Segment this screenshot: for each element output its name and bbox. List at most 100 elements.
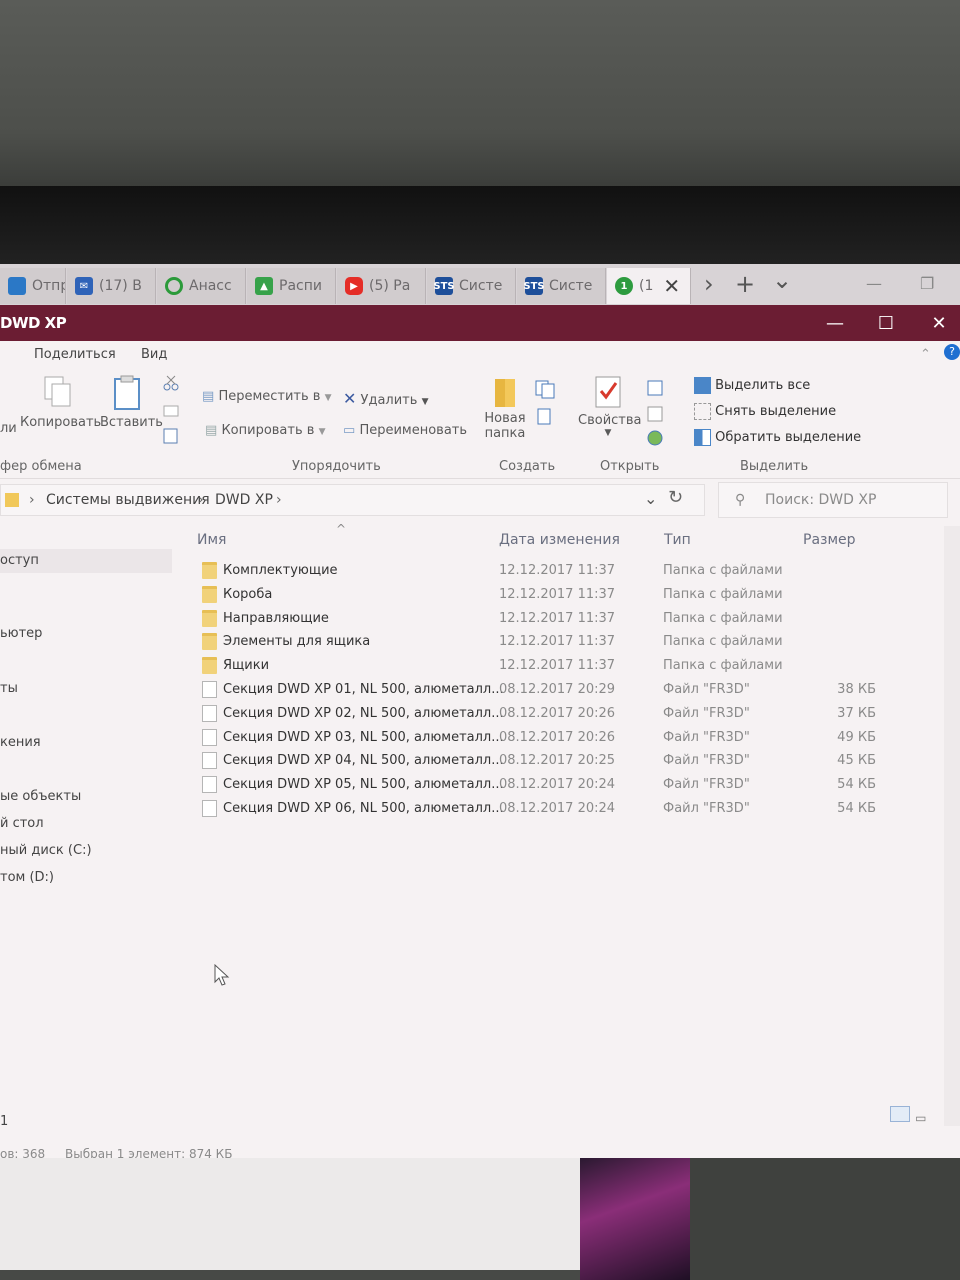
file-type: Папка с файлами: [663, 634, 783, 650]
chevron-down-icon[interactable]: ⌄: [644, 489, 657, 508]
tab-label: (1: [639, 278, 654, 294]
nav-item[interactable]: 1: [0, 1114, 8, 1129]
tab-view[interactable]: Вид: [141, 347, 167, 362]
tab-list-icon[interactable]: ⌄: [772, 266, 792, 294]
nav-item[interactable]: том (D:): [0, 870, 54, 885]
file-row[interactable]: Секция DWD XP 04, NL 500, алюметалл... 08…: [196, 750, 896, 773]
select-none-button[interactable]: Снять выделение: [694, 403, 836, 420]
vertical-scrollbar[interactable]: [944, 526, 960, 1126]
new-folder-button[interactable]: Новая папка: [480, 375, 530, 441]
file-row[interactable]: Секция DWD XP 01, NL 500, алюметалл... 08…: [196, 679, 896, 702]
new-tab-icon[interactable]: +: [735, 270, 755, 298]
folder-row[interactable]: Ящики 12.12.2017 11:37 Папка с файлами: [196, 655, 896, 678]
nav-item[interactable]: ьютер: [0, 626, 42, 641]
folder-row[interactable]: Направляющие 12.12.2017 11:37 Папка с файл…: [196, 608, 896, 631]
delete-button[interactable]: ✕ Удалить ▼: [343, 389, 428, 408]
chevron-down-icon: ▼: [324, 393, 332, 403]
invert-selection-button[interactable]: Обратить выделение: [694, 429, 861, 446]
large-icons-view-icon[interactable]: ▭: [915, 1111, 935, 1127]
file-name: Секция DWD XP 06, NL 500, алюметалл...: [223, 801, 504, 816]
details-view-icon[interactable]: [890, 1106, 910, 1122]
paste-shortcut-icon[interactable]: [162, 427, 180, 445]
nav-item[interactable]: й стол: [0, 816, 44, 831]
file-row[interactable]: Секция DWD XP 05, NL 500, алюметалл... 08…: [196, 774, 896, 797]
copy-path-icon[interactable]: [162, 405, 180, 417]
properties-button[interactable]: Свойства ▼: [578, 375, 642, 438]
below-screen-dark: [690, 1158, 960, 1280]
browser-tab[interactable]: STS Систе: [517, 268, 606, 304]
browser-tab[interactable]: STS Систе: [427, 268, 516, 304]
breadcrumb-item[interactable]: Системы выдвижения: [46, 492, 210, 508]
folder-row[interactable]: Комплектующие 12.12.2017 11:37 Папка с фай…: [196, 560, 896, 583]
minimize-button[interactable]: —: [815, 309, 855, 337]
nav-item[interactable]: кения: [0, 735, 41, 750]
copy-to-button[interactable]: ▤ Копировать в ▼: [205, 423, 326, 438]
search-input[interactable]: ⚲ Поиск: DWD XP: [718, 482, 948, 518]
tab-label: (5) Ра: [369, 278, 411, 294]
edit-icon[interactable]: [646, 405, 668, 423]
file-type: Папка с файлами: [663, 563, 783, 578]
browser-tab[interactable]: ✉ (17) В: [67, 268, 156, 304]
browser-tab-active[interactable]: 1 (1 ✕: [607, 268, 691, 304]
easy-access-icon[interactable]: [534, 407, 562, 427]
breadcrumb-item[interactable]: DWD XP: [215, 492, 273, 508]
file-name: Секция DWD XP 03, NL 500, алюметалл...: [223, 729, 504, 745]
help-icon[interactable]: ?: [944, 344, 960, 360]
select-all-button[interactable]: Выделить все: [694, 377, 810, 394]
browser-tab[interactable]: Отпра: [0, 268, 66, 304]
file-type: Файл "FR3D": [663, 753, 750, 769]
folder-row[interactable]: Элементы для ящика 12.12.2017 11:37 Папка …: [196, 631, 896, 654]
window-title: DWD XP: [0, 314, 67, 332]
cut-icon[interactable]: [162, 375, 180, 391]
ribbon: ли Копировать Вставить фер обмена ▤ Пере…: [0, 369, 960, 479]
new-folder-icon: [495, 379, 515, 407]
file-date: 08.12.2017 20:25: [499, 753, 616, 769]
browser-tab[interactable]: ▶ (5) Ра: [337, 268, 426, 304]
copy-icon: [44, 376, 71, 407]
nav-item[interactable]: ые объекты: [0, 789, 81, 804]
column-header-date[interactable]: Дата изменения: [499, 532, 620, 548]
maximize-button[interactable]: ☐: [866, 309, 906, 337]
address-bar[interactable]: › Системы выдвижения › DWD XP › ⌄: [0, 484, 705, 516]
file-size: 45 КБ: [837, 753, 876, 769]
close-tab-icon[interactable]: ✕: [663, 274, 680, 298]
nav-item[interactable]: ный диск (C:): [0, 843, 92, 858]
browser-minimize-icon[interactable]: —: [866, 274, 882, 293]
browser-restore-icon[interactable]: ❐: [920, 274, 934, 293]
file-row[interactable]: Секция DWD XP 02, NL 500, алюметалл... 08…: [196, 703, 896, 726]
nav-item[interactable]: оступ: [0, 549, 172, 573]
move-to-button[interactable]: ▤ Переместить в ▼: [202, 389, 332, 404]
folder-row[interactable]: Короба 12.12.2017 11:37 Папка с файлами: [196, 584, 896, 607]
copy-button[interactable]: Копировать: [20, 375, 101, 430]
browser-tab[interactable]: ▲ Распи: [247, 268, 336, 304]
refresh-icon[interactable]: ↻: [668, 487, 683, 508]
invert-selection-icon: [694, 429, 711, 446]
file-icon: [202, 681, 217, 698]
tab-scroll-forward-icon[interactable]: ›: [704, 270, 714, 298]
column-header-type[interactable]: Тип: [664, 532, 691, 548]
file-date: 08.12.2017 20:29: [499, 682, 616, 697]
open-icon[interactable]: [646, 379, 668, 397]
collapse-ribbon-icon[interactable]: ⌃: [920, 347, 931, 362]
folder-icon: [202, 633, 217, 651]
new-item-icon[interactable]: [534, 379, 562, 399]
chevron-down-icon: ▼: [604, 428, 612, 438]
browser-tab[interactable]: Анасс: [157, 268, 246, 304]
below-screen-light: [0, 1158, 580, 1270]
rename-button[interactable]: ▭ Переименовать: [343, 423, 467, 438]
file-row[interactable]: Секция DWD XP 06, NL 500, алюметалл... 08…: [196, 798, 896, 821]
paste-button[interactable]: Вставить: [100, 375, 163, 430]
breadcrumb-separator: ›: [276, 492, 282, 508]
file-type: Файл "FR3D": [663, 801, 750, 816]
column-header-size[interactable]: Размер: [803, 532, 856, 548]
file-name: Элементы для ящика: [223, 634, 371, 650]
file-row[interactable]: Секция DWD XP 03, NL 500, алюметалл... 08…: [196, 727, 896, 750]
tab-label: (17) В: [99, 278, 142, 294]
history-icon[interactable]: [646, 429, 668, 447]
pin-label-partial[interactable]: ли: [0, 421, 17, 436]
nav-item[interactable]: ты: [0, 681, 18, 696]
column-header-name[interactable]: Имя: [197, 532, 226, 548]
close-button[interactable]: ✕: [919, 309, 959, 337]
mouse-cursor-icon: [214, 964, 230, 986]
tab-share[interactable]: Поделиться: [34, 347, 116, 362]
